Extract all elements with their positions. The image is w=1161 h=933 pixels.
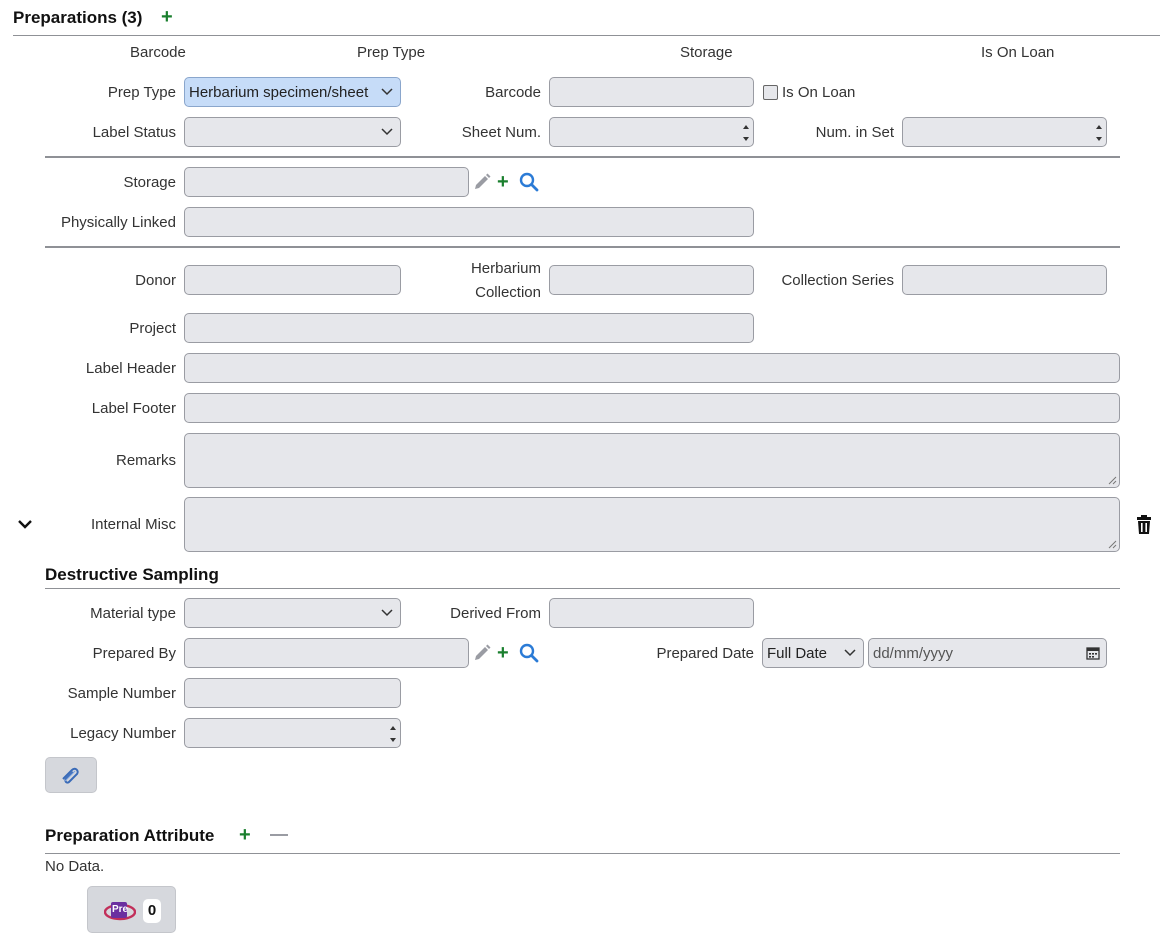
- attribute-count: 0: [143, 899, 161, 923]
- prepared-date-input[interactable]: dd/mm/yyyy: [868, 638, 1107, 668]
- sheet-num-label: Sheet Num.: [461, 124, 541, 141]
- preparation-attribute-title: Preparation Attribute: [45, 826, 215, 845]
- attribute-record-button[interactable]: Pre 0: [87, 886, 176, 933]
- resize-handle-icon[interactable]: [1107, 475, 1117, 485]
- label-status-label: Label Status: [92, 124, 176, 141]
- remarks-textarea[interactable]: [184, 433, 1120, 488]
- label-status-select[interactable]: [184, 117, 401, 147]
- date-precision-value: Full Date: [767, 645, 828, 662]
- label-footer-input[interactable]: [184, 393, 1120, 423]
- date-precision-select[interactable]: Full Date: [762, 638, 864, 668]
- label-header-label: Label Header: [85, 360, 176, 377]
- prepared-by-input[interactable]: [184, 638, 469, 668]
- chevron-down-icon: [381, 128, 393, 136]
- add-storage-button[interactable]: +: [497, 172, 509, 192]
- column-header-prep-type[interactable]: Prep Type: [357, 43, 425, 63]
- material-type-select[interactable]: [184, 598, 401, 628]
- prep-type-value: Herbarium specimen/sheet: [189, 84, 369, 101]
- spinner-icon[interactable]: [388, 721, 398, 747]
- internal-misc-textarea[interactable]: [184, 497, 1120, 552]
- sample-number-label: Sample Number: [67, 685, 176, 702]
- storage-label: Storage: [123, 174, 176, 191]
- barcode-input[interactable]: [549, 77, 754, 107]
- derived-from-label: Derived From: [450, 605, 541, 622]
- date-placeholder: dd/mm/yyyy: [873, 645, 954, 662]
- herbarium-collection-label-line2: Collection: [475, 284, 541, 301]
- column-header-barcode[interactable]: Barcode: [130, 43, 186, 63]
- derived-from-input[interactable]: [549, 598, 754, 628]
- project-input[interactable]: [184, 313, 754, 343]
- section-divider: [45, 246, 1120, 248]
- search-icon[interactable]: [518, 171, 540, 193]
- sheet-num-input[interactable]: [549, 117, 754, 147]
- project-label: Project: [129, 320, 176, 337]
- donor-input[interactable]: [184, 265, 401, 295]
- trash-icon[interactable]: [1135, 515, 1153, 535]
- section-divider: [45, 156, 1120, 158]
- preparation-badge-icon: Pre: [104, 900, 136, 921]
- edit-pencil-icon[interactable]: [471, 642, 493, 664]
- chevron-down-icon: [381, 609, 393, 617]
- remarks-label: Remarks: [115, 452, 176, 469]
- is-on-loan-checkbox[interactable]: [763, 85, 778, 100]
- preparations-title: Preparations (3): [13, 8, 143, 27]
- search-icon[interactable]: [518, 642, 540, 664]
- no-data-text: No Data.: [45, 858, 105, 875]
- barcode-label: Barcode: [485, 84, 541, 101]
- donor-label: Donor: [135, 272, 176, 289]
- chevron-down-icon: [381, 88, 393, 96]
- prep-type-select[interactable]: Herbarium specimen/sheet: [184, 77, 401, 107]
- prepared-by-label: Prepared By: [92, 645, 176, 662]
- remove-attribute-button[interactable]: [270, 834, 288, 836]
- physically-linked-input[interactable]: [184, 207, 754, 237]
- add-prepared-by-button[interactable]: +: [497, 643, 509, 663]
- herbarium-collection-input[interactable]: [549, 265, 754, 295]
- resize-handle-icon[interactable]: [1107, 539, 1117, 549]
- chevron-down-icon: [844, 649, 856, 657]
- collection-series-input[interactable]: [902, 265, 1107, 295]
- prepared-date-label: Prepared Date: [656, 645, 754, 662]
- collapse-chevron-icon[interactable]: [17, 517, 33, 531]
- num-in-set-input[interactable]: [902, 117, 1107, 147]
- column-header-is-on-loan[interactable]: Is On Loan: [981, 43, 1054, 63]
- badge-text: Pre: [112, 904, 129, 915]
- column-header-storage[interactable]: Storage: [680, 43, 733, 63]
- calendar-icon[interactable]: [1086, 646, 1100, 660]
- sample-number-input[interactable]: [184, 678, 401, 708]
- collection-series-label: Collection Series: [781, 272, 894, 289]
- attachment-button[interactable]: [45, 757, 97, 793]
- attribute-divider: [45, 853, 1120, 854]
- prep-type-label: Prep Type: [107, 84, 176, 101]
- edit-pencil-icon[interactable]: [471, 171, 493, 193]
- destructive-sampling-title: Destructive Sampling: [45, 565, 219, 584]
- spinner-icon[interactable]: [1094, 120, 1104, 146]
- label-footer-label: Label Footer: [91, 400, 176, 417]
- legacy-number-label: Legacy Number: [70, 725, 176, 742]
- internal-misc-label: Internal Misc: [90, 516, 176, 533]
- num-in-set-label: Num. in Set: [815, 124, 894, 141]
- is-on-loan-label: Is On Loan: [782, 84, 856, 101]
- label-header-input[interactable]: [184, 353, 1120, 383]
- destructive-divider: [45, 588, 1120, 589]
- legacy-number-input[interactable]: [184, 718, 401, 748]
- herbarium-collection-label-line1: Herbarium: [470, 260, 541, 277]
- preparations-divider: [13, 35, 1160, 36]
- storage-input[interactable]: [184, 167, 469, 197]
- spinner-icon[interactable]: [741, 120, 751, 146]
- physically-linked-label: Physically Linked: [60, 214, 176, 231]
- add-preparation-button[interactable]: +: [161, 7, 173, 27]
- material-type-label: Material type: [90, 605, 176, 622]
- add-attribute-button[interactable]: +: [239, 825, 251, 845]
- paperclip-icon: [62, 767, 79, 784]
